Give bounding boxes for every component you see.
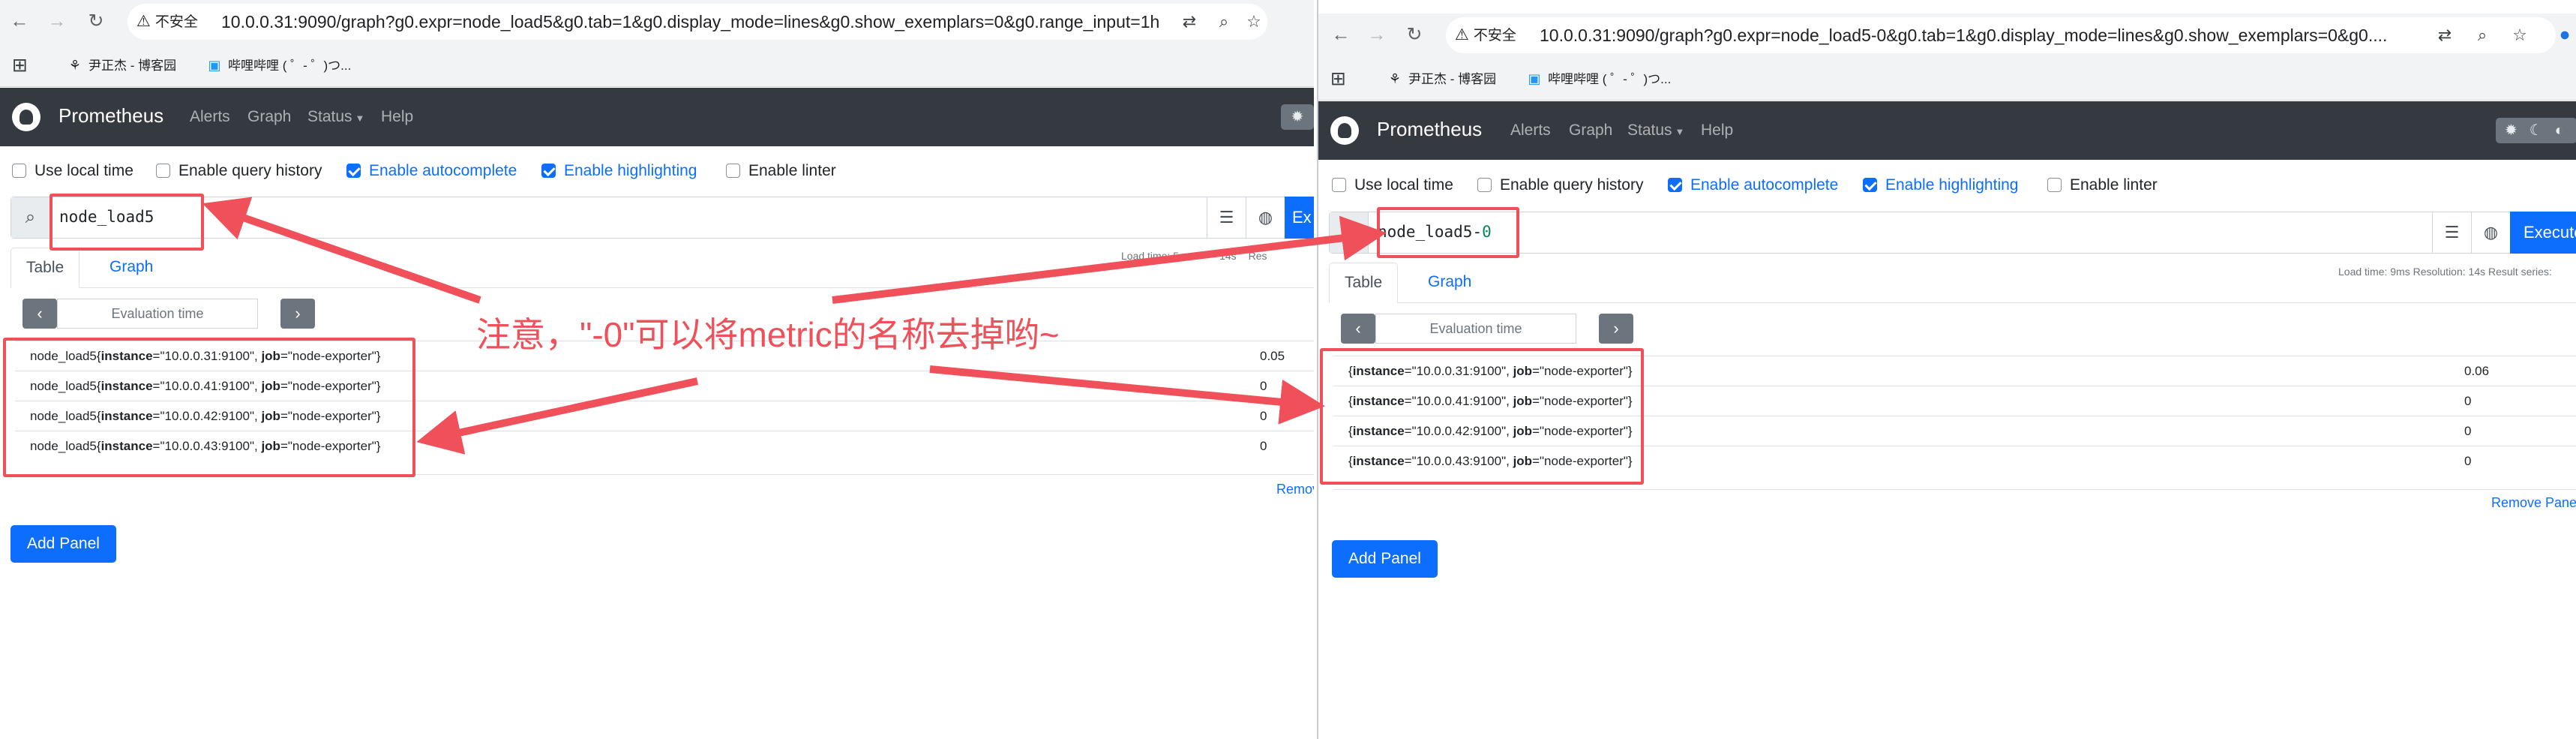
arrow-to-right-rows: [929, 365, 1325, 425]
arrow-to-left-query: [202, 197, 481, 304]
arrow-to-right-query: [832, 215, 1387, 304]
arrow-to-left-rows: [416, 377, 699, 455]
annotation-arrows: [202, 197, 1387, 455]
annotation-note: 注意，"-0"可以将metric的名称去掉哟~: [476, 315, 1060, 354]
